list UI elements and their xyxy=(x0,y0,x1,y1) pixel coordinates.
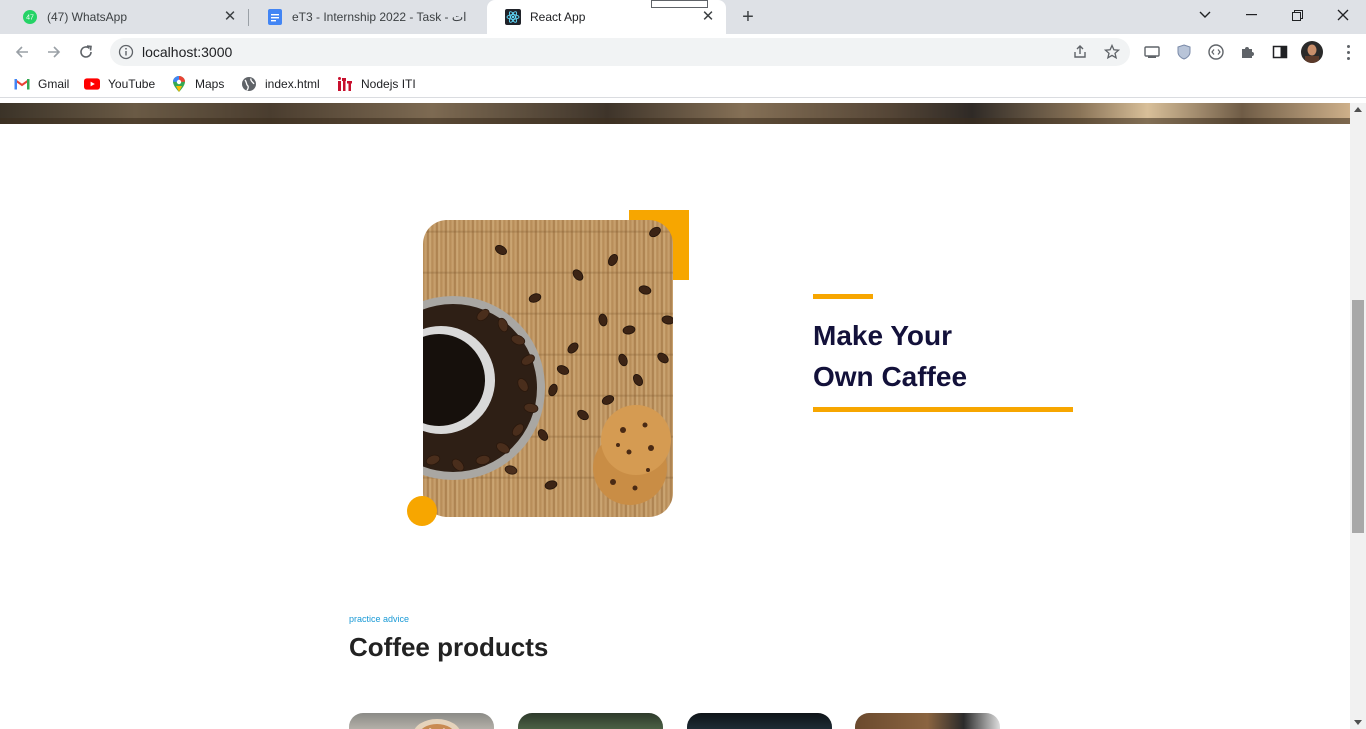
dot-icon xyxy=(1346,50,1350,54)
reload-icon xyxy=(80,45,92,58)
bookmark-label: YouTube xyxy=(108,77,156,91)
svg-text:47: 47 xyxy=(26,15,34,22)
coffee-illustration xyxy=(423,226,673,505)
section-eyebrow: practice advice xyxy=(349,614,410,624)
close-window-button[interactable] xyxy=(1320,0,1366,30)
bookmark-label: Nodejs ITI xyxy=(361,77,416,91)
close-icon xyxy=(1337,9,1349,21)
new-tab-button[interactable]: + xyxy=(737,6,759,28)
tab-title: React App xyxy=(530,10,586,24)
minimize-button[interactable] xyxy=(1228,0,1274,30)
tab-strip: 47 (47) WhatsApp ✕ eT3 - Internship 2022… xyxy=(0,0,1366,34)
side-panel-icon[interactable] xyxy=(1271,43,1289,61)
product-card[interactable] xyxy=(687,713,832,729)
gmail-icon xyxy=(14,76,30,92)
tab-title: eT3 - Internship 2022 - Task - ات xyxy=(292,10,467,24)
share-icon[interactable] xyxy=(1072,44,1088,60)
whatsapp-icon: 47 xyxy=(22,9,38,25)
back-button[interactable] xyxy=(10,40,34,64)
avatar[interactable] xyxy=(1301,41,1323,63)
youtube-icon xyxy=(84,76,100,92)
decorative-dot xyxy=(407,496,437,526)
google-docs-icon xyxy=(267,9,283,25)
feature-title: Make Your Own Caffee xyxy=(813,315,1073,397)
feature-title-line2: Own Caffee xyxy=(813,361,968,392)
restore-button[interactable] xyxy=(1274,0,1320,30)
close-icon[interactable]: ✕ xyxy=(222,9,238,25)
bookmark-label: Gmail xyxy=(38,77,70,91)
bookmark-label: Maps xyxy=(195,77,225,91)
product-card[interactable] xyxy=(855,713,1000,729)
dot-icon xyxy=(1346,44,1350,48)
info-icon[interactable] xyxy=(118,44,134,60)
browser-toolbar: localhost:3000 xyxy=(0,34,1366,70)
minimize-icon xyxy=(1245,14,1257,16)
bookmark-gmail[interactable]: Gmail xyxy=(14,76,69,92)
section-title: Coffee products xyxy=(349,632,549,662)
react-icon xyxy=(505,9,521,25)
bookmark-nodejs-iti[interactable]: Nodejs ITI xyxy=(337,76,416,92)
accent-bar-top xyxy=(813,294,873,299)
feature-title-line1: Make Your xyxy=(813,320,953,351)
puzzle-icon[interactable] xyxy=(1239,43,1257,61)
shield-icon[interactable] xyxy=(1175,43,1193,61)
code-extension-icon[interactable] xyxy=(1207,43,1225,61)
globe-icon xyxy=(241,76,257,92)
chevron-down-icon xyxy=(1199,11,1211,18)
iti-icon xyxy=(337,76,353,92)
star-icon[interactable] xyxy=(1104,44,1120,60)
tab-title: (47) WhatsApp xyxy=(47,10,128,24)
tab-docs[interactable]: eT3 - Internship 2022 - Task - ات xyxy=(249,0,487,34)
bookmark-label: index.html xyxy=(265,77,320,91)
reload-button[interactable] xyxy=(74,40,98,64)
forward-button[interactable] xyxy=(42,40,66,64)
coffee-photo xyxy=(423,220,673,517)
cast-icon[interactable] xyxy=(1143,43,1161,61)
accent-bar-bottom xyxy=(813,407,1073,412)
restore-icon xyxy=(1291,9,1303,21)
bookmark-maps[interactable]: Maps xyxy=(171,76,224,92)
product-card[interactable] xyxy=(518,713,663,729)
scroll-up-arrow-icon[interactable] xyxy=(1354,107,1362,112)
tab-search-button[interactable] xyxy=(1182,0,1228,30)
bookmark-index-html[interactable]: index.html xyxy=(241,76,320,92)
tab-whatsapp[interactable]: 47 (47) WhatsApp ✕ xyxy=(4,0,248,34)
drag-indicator xyxy=(651,0,708,8)
close-icon[interactable]: ✕ xyxy=(700,9,716,25)
dot-icon xyxy=(1346,56,1350,60)
maps-icon xyxy=(171,76,187,92)
more-menu-button[interactable] xyxy=(1339,43,1357,61)
scroll-down-arrow-icon[interactable] xyxy=(1354,720,1362,725)
page-scrollbar[interactable] xyxy=(1350,103,1366,729)
scrollbar-thumb[interactable] xyxy=(1352,300,1364,533)
forward-arrow-icon xyxy=(48,46,61,58)
page-viewport: Make Your Own Caffee practice advice Cof… xyxy=(0,103,1350,729)
product-card[interactable] xyxy=(349,713,494,729)
hero-image-bottom xyxy=(0,103,1350,124)
back-arrow-icon xyxy=(15,46,28,58)
url-text: localhost:3000 xyxy=(142,44,233,60)
bookmarks-bar: Gmail YouTube Maps index.html Nodejs ITI xyxy=(0,70,1366,98)
address-bar[interactable]: localhost:3000 xyxy=(110,38,1130,66)
bookmark-youtube[interactable]: YouTube xyxy=(84,76,155,92)
